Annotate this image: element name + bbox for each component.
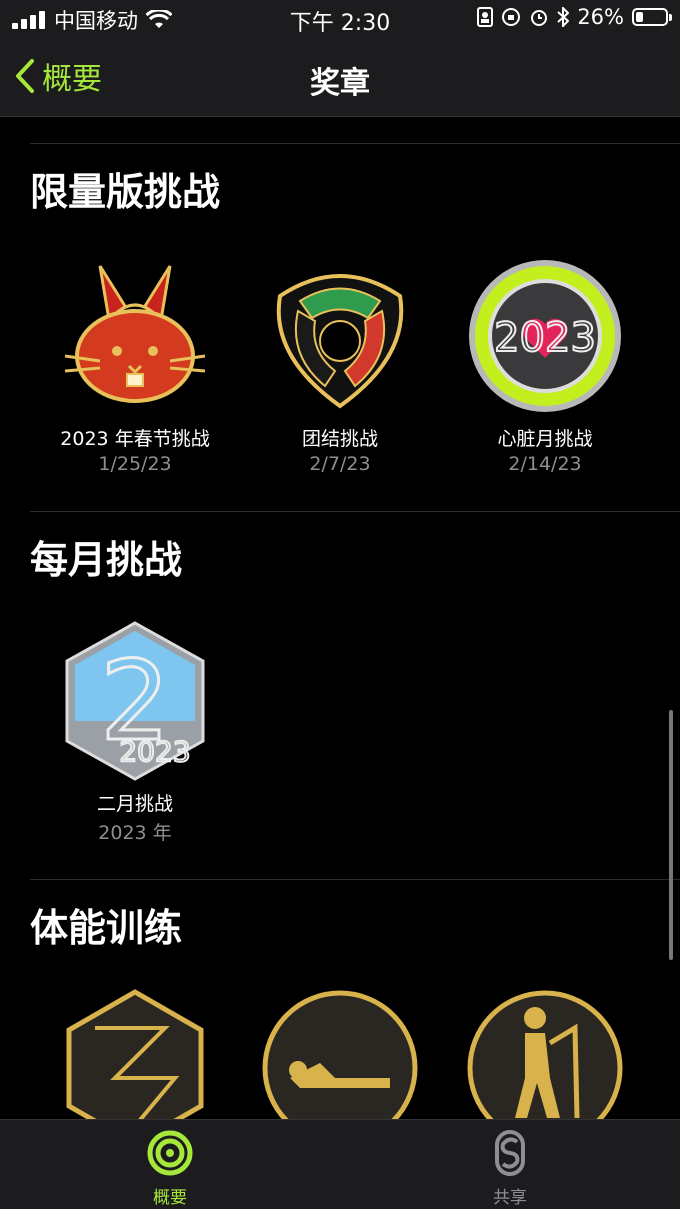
award-date: 1/25/23 (98, 453, 172, 475)
page-title: 奖章 (310, 66, 370, 101)
rotation-lock-icon (502, 8, 521, 26)
award-date: 2023 年 (98, 822, 172, 844)
battery-level (636, 12, 644, 22)
divider (30, 143, 680, 144)
status-bar: 中国移动 下午 2:30 26% (0, 0, 680, 36)
bluetooth-icon (557, 7, 570, 27)
award-name: 团结挑战 (301, 428, 378, 450)
february-hexagon-medal-icon: 2 2023 (65, 621, 205, 781)
tab-summary[interactable]: 概要 (110, 1130, 230, 1208)
award-name: 心脏月挑战 (497, 428, 593, 450)
battery-icon (632, 8, 672, 26)
svg-text:2023: 2023 (119, 735, 190, 768)
svg-text:2023: 2023 (494, 315, 596, 361)
award-date: 2/7/23 (309, 453, 371, 475)
tab-bar: 概要 共享 (0, 1119, 680, 1209)
divider (30, 511, 680, 512)
navigation-bar: 概要 奖章 (0, 36, 680, 117)
heart-month-ring-medal-icon: 2023 (469, 260, 621, 412)
sharing-icon (495, 1130, 525, 1176)
section-title-limited-edition: 限量版挑战 (30, 170, 221, 214)
scrollbar[interactable] (669, 710, 673, 960)
award-lunar-new-year[interactable]: 2023 年春节挑战 1/25/23 (35, 256, 235, 475)
tab-label: 共享 (493, 1188, 527, 1208)
activity-rings-icon (147, 1130, 193, 1176)
rabbit-medal-icon (64, 265, 206, 403)
award-date: 2/14/23 (508, 453, 582, 475)
unity-hands-medal-icon (276, 274, 404, 409)
award-heart-month[interactable]: 2023 心脏月挑战 2/14/23 (445, 256, 645, 475)
section-title-workouts: 体能训练 (30, 906, 183, 950)
award-february[interactable]: 2 2023 二月挑战 2023 年 (35, 621, 235, 845)
divider (30, 879, 680, 880)
award-name: 2023 年春节挑战 (60, 428, 210, 450)
battery-percent: 26% (577, 5, 624, 29)
alarm-icon (531, 10, 548, 26)
tab-sharing[interactable]: 共享 (450, 1130, 570, 1208)
contact-card-icon (477, 7, 494, 27)
tab-label: 概要 (153, 1188, 187, 1208)
award-name: 二月挑战 (96, 793, 173, 815)
award-unity[interactable]: 团结挑战 2/7/23 (240, 256, 440, 475)
section-title-monthly: 每月挑战 (30, 538, 183, 582)
